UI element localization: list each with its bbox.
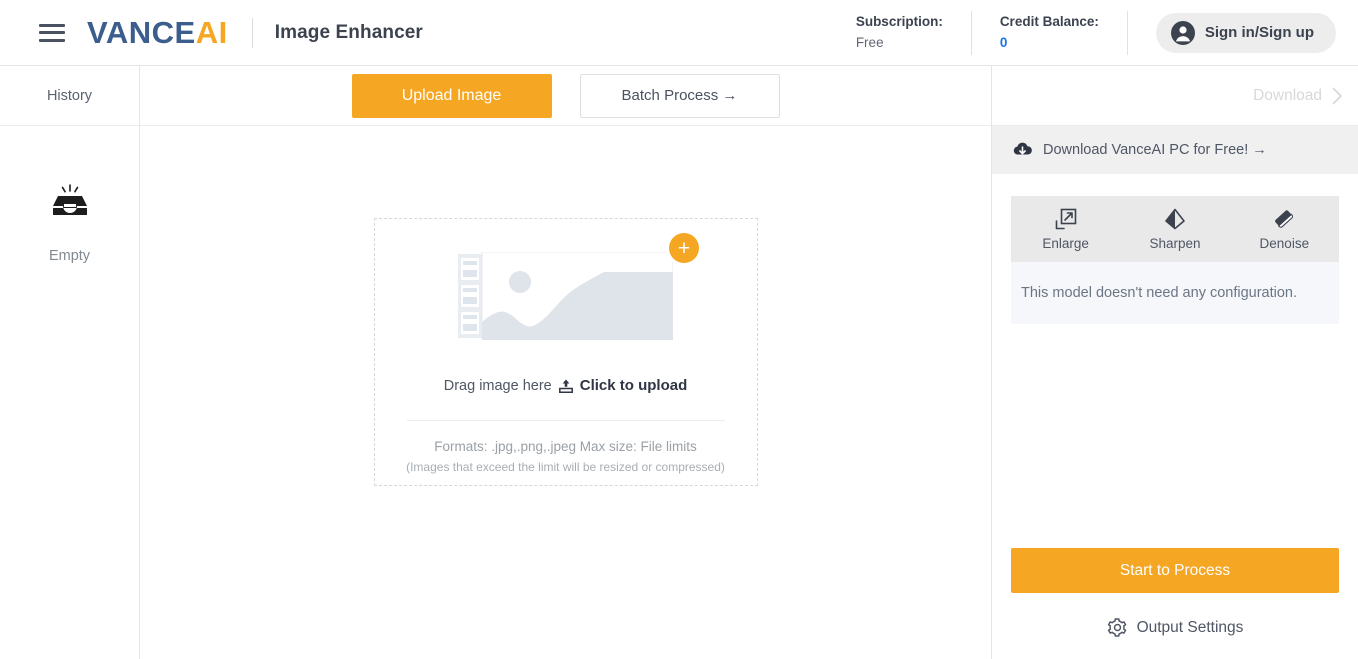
header-divider — [251, 17, 253, 48]
output-settings-button[interactable]: Output Settings — [1011, 617, 1339, 638]
tab-enlarge-label: Enlarge — [1042, 235, 1089, 251]
hamburger-bar — [39, 38, 65, 42]
upload-arrow-icon — [558, 378, 574, 394]
dropzone-instruction: Drag image here Click to upload — [444, 377, 688, 394]
history-sidebar: History Empty — [0, 66, 140, 659]
image-placeholder-icon — [458, 252, 673, 340]
credit-balance-label: Credit Balance: — [999, 13, 1099, 29]
logo-text-ai: AI — [195, 14, 228, 50]
hamburger-menu-icon[interactable] — [39, 23, 65, 42]
app-body: History Empty Upload Image Batch Process… — [0, 66, 1358, 659]
dropzone-formats: Formats: .jpg,.png,.jpeg Max size: File … — [434, 439, 697, 454]
download-pc-promo[interactable]: Download VanceAI PC for Free! → — [992, 126, 1358, 174]
model-tool-tabs: Enlarge Sharpen Denoise — [1011, 196, 1339, 262]
chevron-right-icon — [1324, 83, 1350, 109]
sign-in-label: Sign in/Sign up — [1204, 24, 1314, 41]
download-label: Download — [1253, 86, 1322, 104]
batch-process-button[interactable]: Batch Process → — [579, 73, 780, 118]
subscription-label: Subscription: — [855, 13, 943, 29]
panel-spacer — [1011, 324, 1339, 548]
gear-icon — [1107, 617, 1128, 638]
add-image-badge[interactable]: + — [669, 233, 699, 263]
sharpen-icon — [1164, 208, 1186, 230]
settings-panel: Download Download VanceAI PC for Free! → — [991, 66, 1358, 659]
enlarge-icon — [1055, 208, 1077, 230]
download-cloud-icon — [1012, 140, 1033, 161]
vanceai-logo[interactable]: VANCE AI — [87, 15, 228, 51]
start-process-button[interactable]: Start to Process — [1011, 548, 1339, 593]
tab-enlarge[interactable]: Enlarge — [1011, 196, 1120, 262]
workspace-canvas: + Drag image here Click to upload Format… — [140, 126, 991, 659]
tab-denoise-label: Denoise — [1259, 235, 1310, 251]
upload-image-button[interactable]: Upload Image — [351, 73, 552, 118]
click-to-upload-text[interactable]: Click to upload — [580, 377, 688, 394]
drag-image-text: Drag image here — [443, 377, 552, 394]
tab-sharpen-label: Sharpen — [1149, 235, 1201, 251]
hamburger-bar — [39, 31, 65, 34]
hamburger-bar — [39, 23, 65, 27]
output-settings-label: Output Settings — [1136, 618, 1244, 636]
settings-panel-inner: Enlarge Sharpen Denoise This model doesn… — [992, 174, 1358, 659]
app-root: VANCE AI Image Enhancer Subscription: Fr… — [0, 0, 1358, 659]
denoise-eraser-icon — [1273, 208, 1295, 230]
page-title: Image Enhancer — [274, 21, 423, 43]
model-config-message: This model doesn't need any configuratio… — [1021, 285, 1298, 301]
credit-balance-value: 0 — [999, 34, 1008, 50]
upload-dropzone[interactable]: + Drag image here Click to upload Format… — [373, 218, 758, 486]
sign-in-button[interactable]: Sign in/Sign up — [1155, 12, 1336, 53]
dropzone-divider — [406, 420, 725, 421]
logo-text-vance: VANCE — [87, 14, 196, 50]
header-right-group: Subscription: Free Credit Balance: 0 Sig… — [856, 0, 1358, 65]
workspace-toolbar: Upload Image Batch Process → — [140, 66, 991, 126]
app-header: VANCE AI Image Enhancer Subscription: Fr… — [0, 0, 1358, 66]
workspace: Upload Image Batch Process → + Drag imag… — [140, 66, 991, 659]
empty-tray-icon — [50, 184, 90, 218]
subscription-info: Subscription: Free — [855, 10, 972, 55]
tab-sharpen[interactable]: Sharpen — [1120, 196, 1229, 262]
download-bar[interactable]: Download — [992, 66, 1358, 126]
tab-denoise[interactable]: Denoise — [1230, 196, 1339, 262]
dropzone-formats-note: (Images that exceed the limit will be re… — [406, 460, 725, 474]
sidebar-title: History — [0, 66, 139, 126]
credit-balance-info: Credit Balance: 0 — [999, 10, 1128, 55]
history-empty-state: Empty — [0, 126, 139, 659]
history-empty-label: Empty — [48, 248, 91, 264]
user-account-icon — [1170, 20, 1196, 46]
subscription-value: Free — [855, 34, 884, 50]
download-pc-promo-text: Download VanceAI PC for Free! → — [1043, 142, 1267, 158]
model-config-box: This model doesn't need any configuratio… — [1011, 262, 1339, 324]
image-placeholder-illustration: + — [458, 233, 699, 340]
